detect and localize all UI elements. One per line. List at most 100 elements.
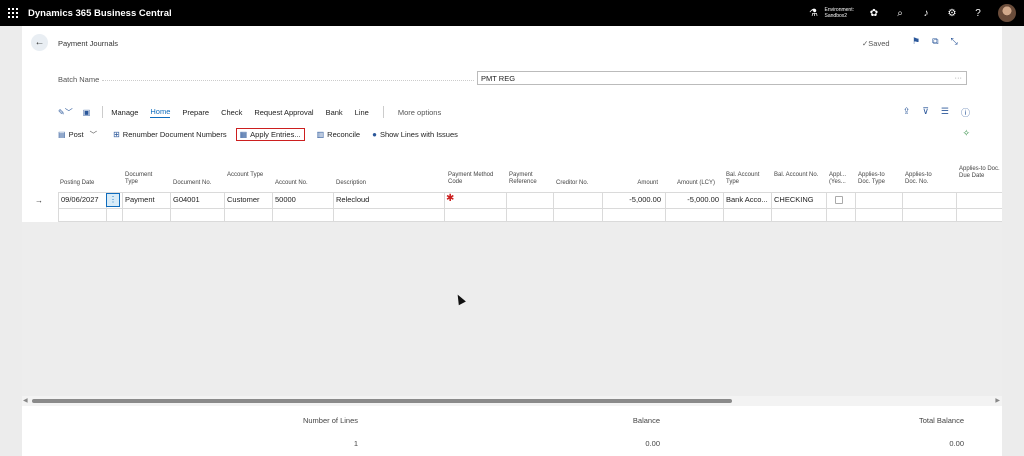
environment-indicator[interactable]: ⚗ Environment: Sandbox2 [808,7,854,19]
col-applies-to-doc-due-date[interactable]: Applies-to Doc. Due Date [959,166,1001,180]
col-payment-reference[interactable]: Payment Reference [509,172,549,186]
settings-gear-icon[interactable]: ⚙ [946,8,958,19]
cell-amount[interactable]: -5,000.00 [602,192,665,208]
col-description[interactable]: Description [336,180,366,187]
post-button[interactable]: ▤ Post ﹀ [58,129,101,140]
col-applies-to-doc-no[interactable]: Applies-to Doc. No. [905,172,945,186]
top-bar: Dynamics 365 Business Central ⚗ Environm… [0,0,1024,26]
required-field-icon: ✱ [446,193,455,204]
total-balance-label: Total Balance [918,416,964,425]
cell-document-no[interactable]: G04001 [170,192,224,208]
user-avatar[interactable] [998,4,1016,22]
batch-lookup-button[interactable]: ··· [955,73,963,82]
cell-account-type[interactable]: Customer [224,192,272,208]
divider [102,106,104,118]
page-container: ← Payment Journals ✓Saved ⚑ ⧉ ⤡ Batch Na… [22,26,1002,456]
apply-entries-button[interactable]: ▦ Apply Entries... [235,127,305,141]
totals-footer: Number of Lines 1 Balance 0.00 Total Bal… [22,406,1002,456]
open-new-window-icon[interactable]: ⧉ [932,36,938,47]
collapse-icon[interactable]: ⤡ [951,36,958,47]
scroll-right-icon[interactable]: ▶ [995,397,1000,404]
arrow-left-icon: ← [34,37,45,48]
tab-prepare[interactable]: Prepare [182,108,209,117]
environment-name: Sandbox2 [824,13,848,19]
tab-home[interactable]: Home [150,107,171,118]
col-bal-account-no[interactable]: Bal. Account No. [774,172,819,179]
total-balance-value: 0.00 [949,439,964,448]
tab-request-approval[interactable]: Request Approval [254,108,313,117]
cell-account-no[interactable]: 50000 [272,192,333,208]
col-payment-method-code[interactable]: Payment Method Code [448,172,508,186]
filter-icon[interactable]: ⊽ [922,106,929,119]
issues-icon: ● [372,129,377,139]
command-toolbar: ▤ Post ﹀ ⊞ Renumber Document Numbers ▦ A… [58,126,970,142]
batch-name-input[interactable]: PMT REG ··· [477,71,967,85]
saved-status: ✓Saved [862,39,890,48]
app-name[interactable]: Dynamics 365 Business Central [28,8,172,19]
search-icon[interactable]: ⌕ [894,8,906,19]
apply-entries-icon: ▦ [239,129,248,139]
page-title: Payment Journals [58,39,119,48]
renumber-label: Renumber Document Numbers [122,129,227,139]
batch-name-label: Batch Name [58,75,100,84]
more-options-button[interactable]: More options [398,108,441,117]
col-applies-to-doc-type[interactable]: Applies-to Doc. Type [858,172,898,186]
tab-line[interactable]: Line [355,108,369,117]
pin-icon[interactable]: ✧ [962,128,970,139]
row-divider [58,208,1002,209]
col-document-no[interactable]: Document No. [173,180,211,187]
tab-bank[interactable]: Bank [326,108,343,117]
col-bal-account-type[interactable]: Bal. Account Type [726,172,771,186]
col-amount-lcy[interactable]: Amount (LCY) [670,180,715,187]
applied-checkbox[interactable] [835,196,843,204]
notifications-icon[interactable]: ♪ [920,8,932,19]
horizontal-scrollbar[interactable]: ◀ ▶ [22,396,1002,406]
col-creditor-no[interactable]: Creditor No. [556,180,588,187]
reconcile-label: Reconcile [327,129,361,139]
batch-name-leader [102,80,474,81]
help-icon[interactable]: ? [972,8,984,19]
app-launcher-icon[interactable] [0,0,26,26]
cell-bal-account-type[interactable]: Bank Acco... [723,192,771,208]
current-row-arrow-icon: → [35,196,43,205]
reconcile-button[interactable]: ▥ Reconcile [317,130,361,139]
cell-document-type[interactable]: Payment [122,192,170,208]
chevron-down-icon[interactable]: ﹀ [90,129,98,140]
col-account-type[interactable]: Account Type [227,172,267,179]
action-bar: ✎﹀ ▣ Manage Home Prepare Check Request A… [58,104,970,120]
journal-lines-grid: Posting Date Document Type Document No. … [22,166,1002,222]
apply-entries-label: Apply Entries... [250,129,301,139]
environment-icon: ⚗ [809,7,819,19]
number-of-lines-value: 1 [353,439,358,448]
cell-bal-account-no[interactable]: CHECKING [771,192,826,208]
share-icon[interactable]: ⇪ [903,106,911,119]
col-amount[interactable]: Amount [630,180,658,187]
tab-check[interactable]: Check [221,108,242,117]
col-account-no[interactable]: Account No. [275,180,308,187]
col-divider [506,192,507,222]
renumber-icon: ⊞ [113,129,120,139]
cell-posting-date[interactable]: 09/06/2027 [58,192,106,208]
tab-manage[interactable]: Manage [111,108,138,117]
row-actions-button[interactable]: ⋮ [106,193,120,207]
col-document-type[interactable]: Document Type [125,172,165,186]
scrollbar-thumb[interactable] [32,399,732,403]
number-of-lines-label: Number of Lines [302,416,358,425]
scroll-left-icon[interactable]: ◀ [23,397,28,404]
col-divider [444,192,445,222]
col-posting-date[interactable]: Posting Date [60,180,94,187]
share-page-icon[interactable]: ▣ [83,108,91,117]
back-button[interactable]: ← [31,34,48,51]
grid-empty-area [22,222,1002,398]
copilot-icon[interactable]: ✿ [868,8,880,19]
bookmark-icon[interactable]: ⚑ [912,36,920,47]
renumber-document-numbers-button[interactable]: ⊞ Renumber Document Numbers [113,130,227,139]
col-applied-yes[interactable]: Appl... (Yes... [829,172,853,186]
cell-description[interactable]: Relecloud [333,192,444,208]
list-view-icon[interactable]: ☰ [941,106,949,119]
info-icon[interactable]: ⓘ [961,106,970,119]
cell-amount-lcy[interactable]: -5,000.00 [665,192,723,208]
show-lines-with-issues-button[interactable]: ● Show Lines with Issues [372,130,458,139]
balance-value: 0.00 [645,439,660,448]
edit-mode-icon[interactable]: ✎﹀ [58,107,73,118]
